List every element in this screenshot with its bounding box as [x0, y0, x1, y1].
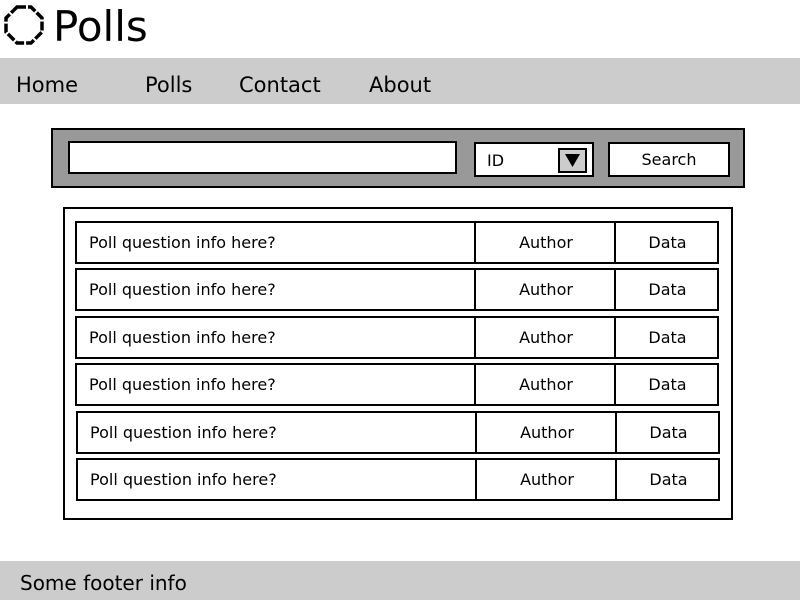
poll-question: Poll question info here?: [89, 375, 276, 394]
app-title: Polls: [53, 2, 148, 51]
poll-question: Poll question info here?: [89, 280, 276, 299]
poll-question: Poll question info here?: [89, 233, 276, 252]
dropdown-button[interactable]: [558, 148, 587, 173]
poll-data: Data: [615, 460, 720, 499]
poll-author: Author: [475, 460, 617, 499]
poll-author: Author: [474, 223, 616, 262]
nav-bar: Home Polls Contact About: [0, 58, 800, 104]
footer-text: Some footer info: [20, 571, 187, 595]
poll-data: Data: [614, 318, 719, 357]
search-button[interactable]: Search: [608, 142, 730, 177]
footer: Some footer info: [0, 561, 800, 600]
search-filter-value: ID: [487, 151, 505, 170]
poll-author: Author: [474, 270, 616, 309]
nav-item-about[interactable]: About: [369, 58, 431, 104]
poll-author: Author: [475, 413, 617, 452]
poll-question: Poll question info here?: [90, 423, 277, 442]
search-panel: ID Search: [51, 128, 745, 188]
poll-author: Author: [474, 365, 616, 404]
poll-data: Data: [614, 365, 719, 404]
search-filter-select[interactable]: ID: [474, 142, 594, 177]
poll-author: Author: [474, 318, 616, 357]
poll-row[interactable]: Poll question info here? Author Data: [76, 458, 720, 501]
search-input[interactable]: [68, 141, 457, 174]
poll-question: Poll question info here?: [90, 470, 277, 489]
poll-list: Poll question info here? Author Data Pol…: [63, 207, 733, 520]
poll-row[interactable]: Poll question info here? Author Data: [75, 363, 719, 406]
nav-item-contact[interactable]: Contact: [239, 58, 321, 104]
poll-row[interactable]: Poll question info here? Author Data: [75, 316, 719, 359]
poll-data: Data: [614, 270, 719, 309]
poll-row[interactable]: Poll question info here? Author Data: [75, 221, 719, 264]
nav-item-polls[interactable]: Polls: [145, 58, 192, 104]
triangle-down-icon: [565, 154, 580, 167]
nav-item-home[interactable]: Home: [16, 58, 78, 104]
poll-question: Poll question info here?: [89, 328, 276, 347]
poll-row[interactable]: Poll question info here? Author Data: [75, 268, 719, 311]
poll-row[interactable]: Poll question info here? Author Data: [76, 411, 720, 454]
poll-data: Data: [615, 413, 720, 452]
octagon-outline-icon: [4, 5, 44, 45]
header: Polls: [0, 0, 800, 58]
poll-data: Data: [614, 223, 719, 262]
